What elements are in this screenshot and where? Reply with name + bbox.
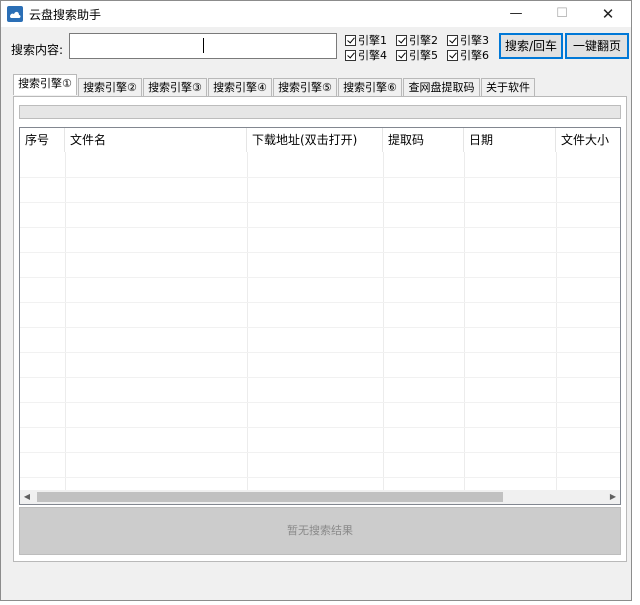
grid-divider — [20, 402, 620, 403]
column-header-filename[interactable]: 文件名 — [65, 128, 247, 152]
checkbox-checked-icon — [345, 34, 356, 46]
grid-divider — [20, 302, 620, 303]
search-button[interactable]: 搜索/回车 — [499, 33, 563, 59]
checkbox-checked-icon — [396, 49, 407, 61]
engine-3-label: 引擎3 — [460, 34, 489, 47]
grid-divider — [20, 377, 620, 378]
grid-divider — [20, 202, 620, 203]
tab-engine-5[interactable]: 搜索引擎⑤ — [273, 78, 337, 96]
grid-divider — [20, 477, 620, 478]
horizontal-scrollbar[interactable]: ◀ ▶ — [20, 490, 620, 504]
grid-divider — [20, 452, 620, 453]
column-header-download-url[interactable]: 下载地址(双击打开) — [247, 128, 383, 152]
maximize-button[interactable]: ☐ — [539, 1, 585, 27]
engine-1-label: 引擎1 — [358, 34, 387, 47]
text-caret — [203, 38, 204, 53]
column-header-extract-code[interactable]: 提取码 — [383, 128, 464, 152]
tab-engine-3[interactable]: 搜索引擎③ — [143, 78, 207, 96]
close-button[interactable]: ✕ — [585, 1, 631, 27]
engine-2-checkbox[interactable]: 引擎2 — [396, 32, 438, 48]
tab-engine-2[interactable]: 搜索引擎② — [78, 78, 142, 96]
engine-6-checkbox[interactable]: 引擎6 — [447, 47, 489, 63]
column-header-file-size[interactable]: 文件大小 — [556, 128, 620, 152]
engine-4-checkbox[interactable]: 引擎4 — [345, 47, 387, 63]
grid-divider — [20, 177, 620, 178]
minimize-button[interactable]: — — [493, 1, 539, 27]
tab-engine-1[interactable]: 搜索引擎① — [13, 74, 77, 95]
column-header-date[interactable]: 日期 — [464, 128, 556, 152]
engine-3-checkbox[interactable]: 引擎3 — [447, 32, 489, 48]
grid-divider — [20, 427, 620, 428]
app-cloud-icon — [7, 6, 23, 22]
checkbox-checked-icon — [447, 34, 458, 46]
checkbox-checked-icon — [396, 34, 407, 46]
column-header-index[interactable]: 序号 — [20, 128, 65, 152]
progress-bar — [19, 105, 621, 119]
grid-divider — [65, 152, 66, 492]
checkbox-checked-icon — [345, 49, 356, 61]
tab-engine-6[interactable]: 搜索引擎⑥ — [338, 78, 402, 96]
engine-1-checkbox[interactable]: 引擎1 — [345, 32, 387, 48]
engine-5-checkbox[interactable]: 引擎5 — [396, 47, 438, 63]
engine-4-label: 引擎4 — [358, 49, 387, 62]
grid-divider — [464, 152, 465, 492]
grid-divider — [20, 227, 620, 228]
results-table[interactable]: 序号 文件名 下载地址(双击打开) 提取码 日期 文件大小 ◀ ▶ — [19, 127, 621, 505]
grid-divider — [556, 152, 557, 492]
engine-2-label: 引擎2 — [409, 34, 438, 47]
scroll-left-icon[interactable]: ◀ — [20, 490, 34, 504]
status-bar: 暂无搜索结果 — [19, 507, 621, 555]
search-label: 搜索内容: — [11, 43, 64, 57]
tab-extract-code[interactable]: 查网盘提取码 — [403, 78, 480, 96]
tab-about[interactable]: 关于软件 — [481, 78, 535, 96]
grid-divider — [20, 327, 620, 328]
grid-divider — [247, 152, 248, 492]
engine-5-label: 引擎5 — [409, 49, 438, 62]
grid-divider — [383, 152, 384, 492]
tab-engine-4[interactable]: 搜索引擎④ — [208, 78, 272, 96]
grid-divider — [20, 252, 620, 253]
engine-6-label: 引擎6 — [460, 49, 489, 62]
scroll-right-icon[interactable]: ▶ — [606, 490, 620, 504]
title-bar: 云盘搜索助手 — ☐ ✕ — [1, 1, 631, 27]
checkbox-checked-icon — [447, 49, 458, 61]
window-title: 云盘搜索助手 — [29, 8, 102, 22]
scrollbar-thumb[interactable] — [37, 492, 503, 502]
grid-divider — [20, 277, 620, 278]
grid-divider — [20, 352, 620, 353]
next-page-button[interactable]: 一键翻页 — [565, 33, 629, 59]
app-window: 云盘搜索助手 — ☐ ✕ 搜索内容: 引擎1 引擎2 引擎3 引擎4 引擎5 引… — [0, 0, 632, 601]
